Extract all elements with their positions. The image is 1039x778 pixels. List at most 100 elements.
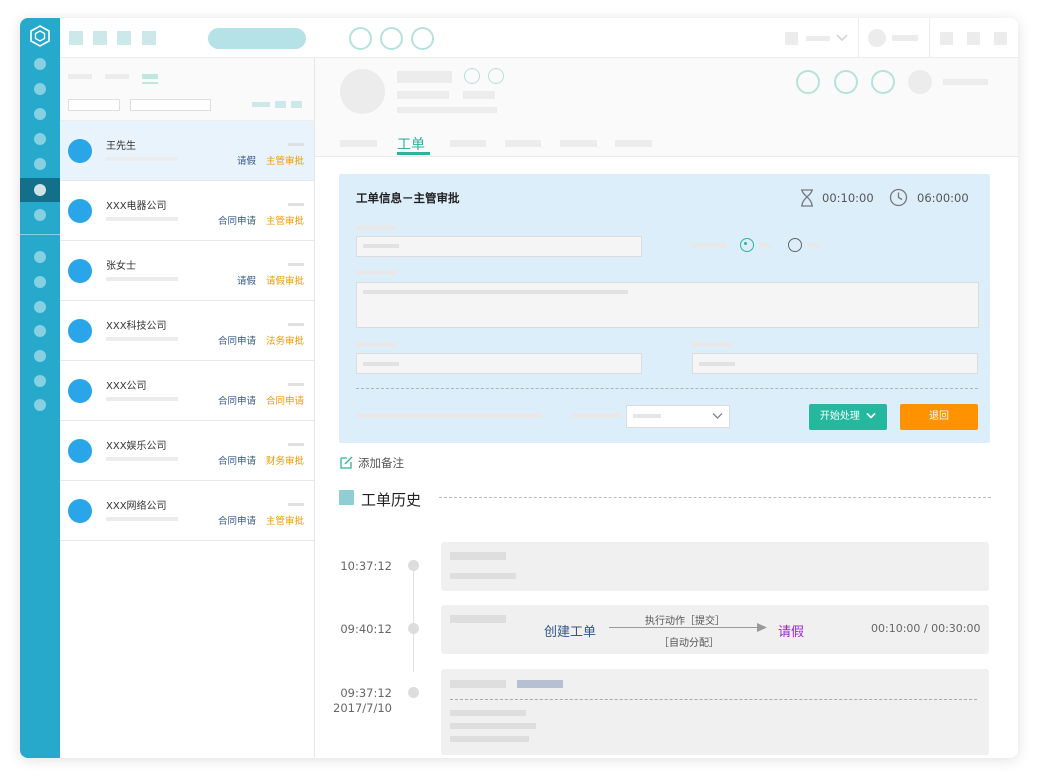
- list-item-name: XXX科技公司: [106, 321, 167, 332]
- list-item[interactable]: 张女士 请假 请假审批: [60, 241, 314, 301]
- list-item[interactable]: XXX科技公司 合同申请 法务审批: [60, 301, 314, 361]
- return-button[interactable]: 退回: [900, 404, 978, 430]
- rail-item-3-icon[interactable]: [34, 108, 46, 120]
- rail-divider: [20, 234, 60, 235]
- radio-option-2[interactable]: [788, 238, 802, 252]
- toolbar-search-pill[interactable]: [208, 28, 306, 49]
- list-action-2[interactable]: [275, 101, 286, 108]
- avatar: [68, 499, 92, 523]
- timeline-dot: [408, 687, 419, 698]
- form-input-1[interactable]: [356, 236, 642, 257]
- tab-placeholder-3[interactable]: [505, 140, 541, 147]
- rail-item-14-icon[interactable]: [34, 399, 46, 411]
- list-item[interactable]: XXX网络公司 合同申请 主管审批: [60, 481, 314, 541]
- header-action-2-icon[interactable]: [834, 70, 858, 94]
- list-item-type: 请假: [236, 156, 256, 167]
- toolbar-circle-2-icon[interactable]: [380, 27, 403, 50]
- list-tab-1[interactable]: [68, 74, 92, 79]
- rail-item-8-icon[interactable]: [34, 251, 46, 263]
- rail-item-1-icon[interactable]: [34, 58, 46, 70]
- list-action-3[interactable]: [291, 101, 302, 108]
- rail-item-4-icon[interactable]: [34, 133, 46, 145]
- toolbar-square-3-icon[interactable]: [117, 31, 131, 45]
- rail-item-5-icon[interactable]: [34, 158, 46, 170]
- toolbar-square-1-icon[interactable]: [69, 31, 83, 45]
- history-card: [441, 669, 989, 755]
- list-item-type: 合同申请: [217, 516, 256, 527]
- tab-ticket[interactable]: 工单: [397, 134, 425, 154]
- form-input-2[interactable]: [356, 353, 642, 374]
- list-item-meta: [288, 143, 304, 146]
- list-item-meta: [288, 383, 304, 386]
- toolbar-action-1-icon[interactable]: [940, 32, 953, 45]
- history-divider: [439, 497, 991, 498]
- toolbar-square-2-icon[interactable]: [93, 31, 107, 45]
- rail-item-2-icon[interactable]: [34, 83, 46, 95]
- toolbar-gray-square-icon[interactable]: [785, 32, 798, 45]
- list-tab-2[interactable]: [105, 74, 129, 79]
- list-item-status: 法务审批: [265, 336, 304, 347]
- history-date: 2017/7/10: [333, 701, 392, 715]
- customer-info-placeholder-3: [397, 107, 497, 113]
- toolbar-action-3-icon[interactable]: [994, 32, 1007, 45]
- header-circle-1-icon[interactable]: [464, 68, 480, 84]
- rail-item-13-icon[interactable]: [34, 375, 46, 387]
- toolbar-action-2-icon[interactable]: [967, 32, 980, 45]
- rail-item-11-icon[interactable]: [34, 325, 46, 337]
- tab-placeholder-2[interactable]: [450, 140, 486, 147]
- rail-item-6-icon[interactable]: [34, 184, 46, 196]
- header-circle-2-icon[interactable]: [488, 68, 504, 84]
- panel-divider: [356, 388, 978, 389]
- history-time: 09:40:12: [340, 622, 392, 636]
- field-label-3: [356, 342, 396, 347]
- app-window: 王先生 请假 主管审批 XXX电器公司 合同申请 主管审批 张女士 请假 请假审…: [20, 18, 1018, 758]
- history-duration: 00:10:00 / 00:30:00: [871, 622, 981, 635]
- toolbar-circle-1-icon[interactable]: [349, 27, 372, 50]
- list-item[interactable]: XXX公司 合同申请 合同申请: [60, 361, 314, 421]
- list-tab-3[interactable]: [142, 74, 158, 79]
- list-item[interactable]: XXX电器公司 合同申请 主管审批: [60, 181, 314, 241]
- start-processing-button[interactable]: 开始处理: [809, 404, 887, 430]
- list-action-1[interactable]: [252, 102, 270, 107]
- tab-placeholder-1[interactable]: [340, 140, 377, 147]
- user-avatar[interactable]: [868, 29, 886, 47]
- form-textarea[interactable]: [356, 282, 979, 328]
- radio-option-1[interactable]: [740, 238, 754, 252]
- list-item-name: 张女士: [106, 261, 136, 272]
- ticket-info-panel: 工单信息－主管审批 00:10:00 06:00:00 开始处理 退回: [339, 174, 990, 443]
- user-name-placeholder[interactable]: [892, 35, 918, 41]
- chevron-down-icon: [712, 413, 723, 419]
- list-item[interactable]: XXX娱乐公司 合同申请 财务审批: [60, 421, 314, 481]
- form-input-3[interactable]: [692, 353, 978, 374]
- rail-item-7-icon[interactable]: [34, 209, 46, 221]
- list-item-name: XXX网络公司: [106, 501, 167, 512]
- header-action-1-icon[interactable]: [796, 70, 820, 94]
- assign-select[interactable]: [626, 405, 730, 428]
- list-item-status: 合同申请: [265, 396, 304, 407]
- toolbar-dropdown-placeholder[interactable]: [806, 36, 830, 41]
- list-item[interactable]: 王先生 请假 主管审批: [60, 121, 314, 181]
- rail-item-9-icon[interactable]: [34, 276, 46, 288]
- list-item-status: 主管审批: [265, 156, 304, 167]
- radio-option-2-label: [808, 243, 820, 248]
- tab-placeholder-4[interactable]: [560, 140, 597, 147]
- tab-placeholder-5[interactable]: [615, 140, 652, 147]
- list-tab-underline: [142, 82, 158, 84]
- list-item-meta: [288, 503, 304, 506]
- list-filter-input-1[interactable]: [68, 99, 120, 111]
- header-action-3-icon[interactable]: [871, 70, 895, 94]
- top-toolbar: [60, 18, 1018, 58]
- list-item-type: 合同申请: [217, 216, 256, 227]
- rail-item-10-icon[interactable]: [34, 301, 46, 313]
- chevron-down-icon[interactable]: [836, 33, 848, 43]
- list-item-subline: [106, 157, 178, 161]
- list-item-subline: [106, 337, 178, 341]
- rail-item-12-icon[interactable]: [34, 350, 46, 362]
- list-filter-input-2[interactable]: [130, 99, 211, 111]
- toolbar-circle-3-icon[interactable]: [411, 27, 434, 50]
- toolbar-square-4-icon[interactable]: [142, 31, 156, 45]
- add-note-link[interactable]: 添加备注: [339, 455, 404, 471]
- list-item-type: 合同申请: [217, 336, 256, 347]
- agent-avatar[interactable]: [908, 70, 932, 94]
- add-note-label: 添加备注: [358, 456, 404, 470]
